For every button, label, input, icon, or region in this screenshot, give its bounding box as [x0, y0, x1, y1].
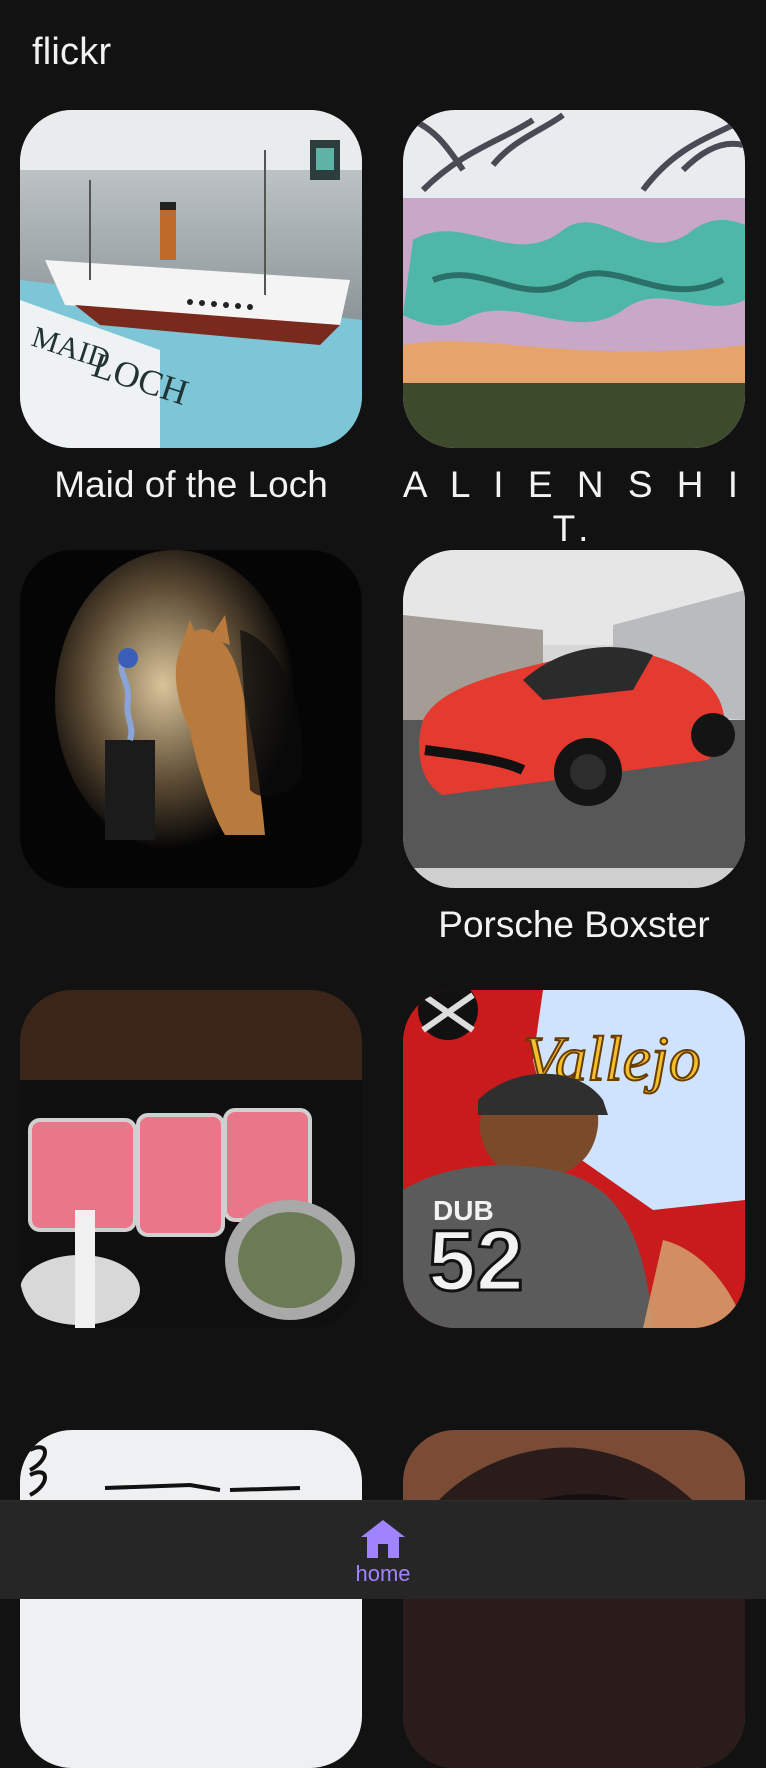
red-porsche-photo	[403, 550, 745, 888]
photo-caption: Maid of the Loch	[54, 464, 328, 505]
nav-item-label: home	[355, 1561, 411, 1586]
cat-silhouette-photo	[20, 550, 362, 888]
ship-model-photo: MAID LOCH	[20, 110, 362, 448]
raw-meat-buffet-photo	[20, 990, 362, 1328]
photo-card-graffiti[interactable]	[403, 110, 745, 448]
home-icon	[361, 1520, 405, 1558]
photo-card-sketch[interactable]	[20, 1430, 362, 1768]
svg-text:52: 52	[428, 1213, 524, 1309]
nav-item-home[interactable]: home	[343, 1517, 423, 1591]
photo-card-cat[interactable]	[20, 550, 362, 888]
photo-caption: A L I E N S H I T.	[402, 464, 746, 549]
svg-text:DUB: DUB	[433, 1195, 494, 1226]
portrait-photo	[403, 1430, 745, 1768]
bottom-navigation-bar: home	[0, 1500, 766, 1599]
graffiti-wall-photo	[403, 110, 745, 448]
photo-card-maid-of-the-loch[interactable]: MAID LOCH	[20, 110, 362, 448]
photo-card-buffet[interactable]	[20, 990, 362, 1328]
photo-card-portrait[interactable]	[403, 1430, 745, 1768]
sketchbook-photo	[20, 1430, 362, 1768]
app-title: flickr	[32, 31, 112, 73]
photo-card-baseball[interactable]: Vallejo 52 DUB	[403, 990, 745, 1328]
photo-caption: Porsche Boxster	[438, 904, 710, 945]
baseball-player-illustration: Vallejo 52 DUB	[403, 990, 745, 1328]
photo-card-porsche[interactable]	[403, 550, 745, 888]
